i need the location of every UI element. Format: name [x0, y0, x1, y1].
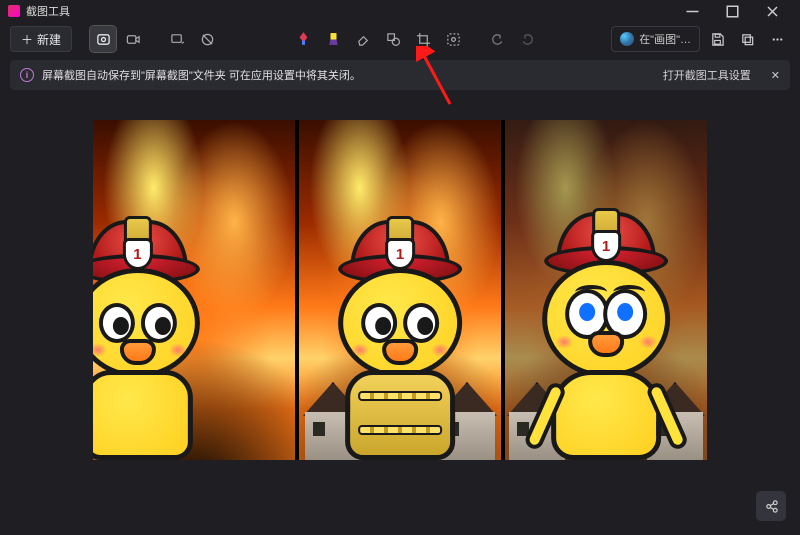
color-picker-button[interactable]	[441, 26, 467, 52]
video-snip-button[interactable]	[120, 26, 146, 52]
window-controls	[672, 0, 792, 22]
copy-button[interactable]	[734, 26, 760, 52]
minimize-button[interactable]	[672, 0, 712, 22]
rectangle-snip-button[interactable]	[90, 26, 116, 52]
image-panel: 1	[299, 120, 501, 460]
info-icon: i	[20, 68, 34, 82]
canvas-area[interactable]: 1 1 1	[0, 90, 800, 535]
titlebar: 截图工具	[0, 0, 800, 22]
new-button-label: 新建	[37, 31, 61, 48]
new-button[interactable]: ＋ 新建	[10, 26, 72, 52]
save-button[interactable]	[704, 26, 730, 52]
share-fab[interactable]	[756, 491, 786, 521]
notification-close-button[interactable]: ✕	[771, 69, 780, 82]
image-panel: 1	[505, 120, 707, 460]
maximize-button[interactable]	[712, 0, 752, 22]
helmet-badge: 1	[385, 238, 415, 270]
delay-button[interactable]	[194, 26, 220, 52]
pen-tool-button[interactable]	[291, 26, 317, 52]
app-title: 截图工具	[26, 3, 70, 19]
close-button[interactable]	[752, 0, 792, 22]
toolbar: ＋ 新建 在"画图"…	[0, 22, 800, 56]
helmet-badge: 1	[122, 238, 152, 270]
notification-bar: i 屏幕截图自动保存到"屏幕截图"文件夹 可在应用设置中将其关闭。 打开截图工具…	[10, 60, 790, 90]
share-icon	[764, 499, 779, 514]
open-in-paint-label: 在"画图"…	[639, 31, 691, 47]
snip-mode-button[interactable]	[164, 26, 190, 52]
shapes-tool-button[interactable]	[381, 26, 407, 52]
image-panel: 1	[93, 120, 295, 460]
helmet-badge: 1	[591, 230, 621, 262]
undo-button[interactable]	[485, 26, 511, 52]
app-icon	[8, 5, 20, 17]
paint-icon	[620, 32, 634, 46]
plus-icon: ＋	[21, 31, 33, 48]
open-settings-link[interactable]: 打开截图工具设置	[663, 67, 751, 83]
more-button[interactable]	[764, 26, 790, 52]
crop-tool-button[interactable]	[411, 26, 437, 52]
notification-message: 屏幕截图自动保存到"屏幕截图"文件夹 可在应用设置中将其关闭。	[42, 67, 361, 83]
open-in-paint-button[interactable]: 在"画图"…	[611, 26, 700, 52]
screenshot-image[interactable]: 1 1 1	[93, 120, 707, 460]
eraser-tool-button[interactable]	[351, 26, 377, 52]
redo-button[interactable]	[515, 26, 541, 52]
highlighter-tool-button[interactable]	[321, 26, 347, 52]
